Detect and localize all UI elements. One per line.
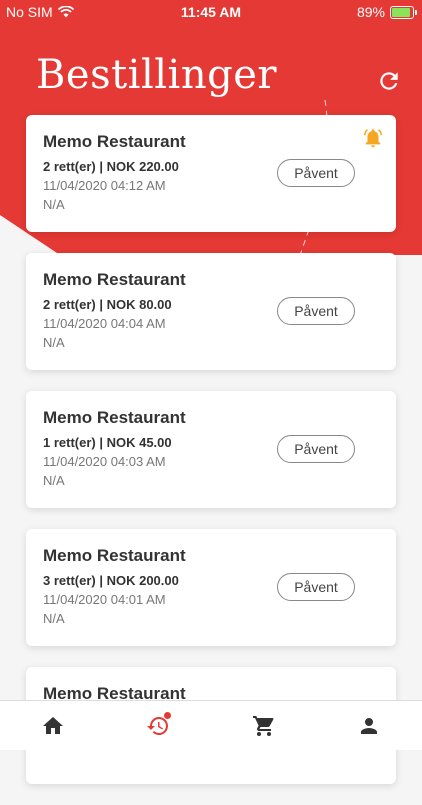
- restaurant-name: Memo Restaurant: [43, 546, 186, 565]
- cart-icon: [252, 715, 274, 736]
- profile-icon: [361, 717, 378, 734]
- refresh-icon[interactable]: [376, 68, 402, 94]
- tab-home[interactable]: [23, 706, 83, 746]
- restaurant-name: Memo Restaurant: [43, 408, 186, 427]
- tab-history[interactable]: [128, 706, 188, 746]
- pause-button[interactable]: Påvent: [277, 159, 355, 187]
- order-card[interactable]: Memo Restaurant 1 rett(er) | NOK 45.00 1…: [26, 391, 396, 508]
- order-date: 11/04/2020 04:04 AM: [43, 316, 166, 331]
- battery-percent: 89%: [356, 4, 385, 20]
- order-note: N/A: [43, 473, 65, 488]
- tab-cart[interactable]: [234, 706, 294, 746]
- order-date: 11/04/2020 04:03 AM: [43, 454, 166, 469]
- tab-profile[interactable]: [339, 706, 399, 746]
- pause-button[interactable]: Påvent: [277, 435, 355, 463]
- notification-badge: [164, 711, 172, 719]
- order-note: N/A: [43, 335, 65, 350]
- status-bar: No SIM 11:45 AM 89%: [0, 0, 422, 24]
- pause-button[interactable]: Påvent: [277, 297, 355, 325]
- tab-bar: [0, 700, 422, 750]
- pause-button[interactable]: Påvent: [277, 573, 355, 601]
- order-summary: 2 rett(er) | NOK 220.00: [43, 159, 179, 174]
- order-card[interactable]: Memo Restaurant 2 rett(er) | NOK 80.00 1…: [26, 253, 396, 370]
- order-card[interactable]: Memo Restaurant 2 rett(er) | NOK 220.00 …: [26, 115, 396, 232]
- order-card[interactable]: Memo Restaurant 3 rett(er) | NOK 200.00 …: [26, 529, 396, 646]
- restaurant-name: Memo Restaurant: [43, 132, 186, 151]
- bell-icon: [364, 129, 382, 148]
- order-summary: 3 rett(er) | NOK 200.00: [43, 573, 179, 588]
- order-date: 11/04/2020 04:12 AM: [43, 178, 166, 193]
- order-note: N/A: [43, 611, 65, 626]
- home-icon: [42, 716, 63, 734]
- battery-icon: [390, 5, 417, 19]
- order-note: N/A: [43, 197, 65, 212]
- order-summary: 2 rett(er) | NOK 80.00: [43, 297, 172, 312]
- order-date: 11/04/2020 04:01 AM: [43, 592, 166, 607]
- restaurant-name: Memo Restaurant: [43, 270, 186, 289]
- order-summary: 1 rett(er) | NOK 45.00: [43, 435, 172, 450]
- page-title: Bestillinger: [36, 52, 277, 98]
